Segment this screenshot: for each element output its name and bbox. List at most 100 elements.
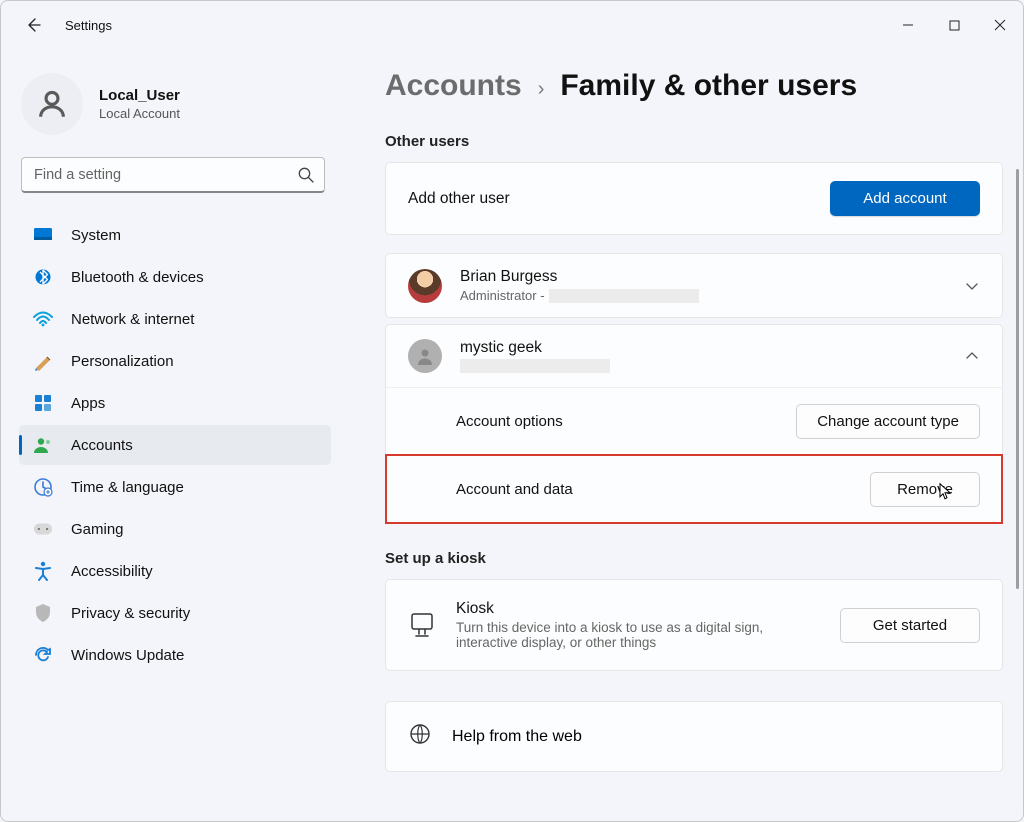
chevron-down-icon — [964, 278, 980, 294]
add-other-user-label: Add other user — [408, 190, 510, 208]
nav-label: Accessibility — [71, 563, 153, 580]
kiosk-text: Kiosk Turn this device into a kiosk to u… — [456, 600, 796, 650]
sidebar-item-system[interactable]: System — [19, 215, 331, 255]
minimize-button[interactable] — [885, 5, 931, 45]
other-users-heading: Other users — [385, 133, 1003, 150]
redacted-text — [549, 289, 699, 303]
account-options-label: Account options — [456, 413, 563, 430]
window-controls — [885, 5, 1023, 45]
add-other-user-row: Add other user Add account — [385, 162, 1003, 235]
sidebar-item-accessibility[interactable]: Accessibility — [19, 551, 331, 591]
user-name: mystic geek — [460, 339, 610, 357]
nav-label: Privacy & security — [71, 605, 190, 622]
person-icon — [415, 346, 435, 366]
chevron-right-icon: › — [538, 78, 545, 101]
accessibility-icon — [33, 561, 53, 581]
personalization-icon — [33, 351, 53, 371]
globe-icon — [408, 722, 432, 751]
avatar — [21, 73, 83, 135]
change-account-type-button[interactable]: Change account type — [796, 404, 980, 439]
nav-label: Apps — [71, 395, 105, 412]
get-started-button[interactable]: Get started — [840, 608, 980, 643]
minimize-icon — [902, 19, 914, 31]
maximize-icon — [949, 20, 960, 31]
nav-list: System Bluetooth & devices Network & int… — [19, 215, 331, 675]
back-arrow-icon — [25, 17, 41, 33]
user-role: Administrator - — [460, 288, 699, 303]
person-icon — [35, 87, 69, 121]
sidebar-item-accounts[interactable]: Accounts — [19, 425, 331, 465]
user-name: Local_User — [99, 87, 180, 104]
search-icon — [297, 166, 315, 184]
nav-label: Accounts — [71, 437, 133, 454]
apps-icon — [33, 393, 53, 413]
bluetooth-icon — [33, 267, 53, 287]
breadcrumb-current: Family & other users — [560, 69, 857, 103]
sidebar-item-network[interactable]: Network & internet — [19, 299, 331, 339]
nav-label: System — [71, 227, 121, 244]
nav-label: Windows Update — [71, 647, 184, 664]
search-input[interactable] — [21, 157, 325, 193]
nav-label: Gaming — [71, 521, 124, 538]
user-role — [460, 359, 610, 373]
scrollbar-thumb[interactable] — [1016, 169, 1019, 589]
user-subtitle: Local Account — [99, 106, 180, 121]
sidebar-item-update[interactable]: Windows Update — [19, 635, 331, 675]
maximize-button[interactable] — [931, 5, 977, 45]
scrollbar[interactable] — [1013, 169, 1021, 811]
title-bar: Settings — [1, 1, 1023, 49]
user-info: mystic geek — [460, 339, 610, 373]
current-user-block[interactable]: Local_User Local Account — [21, 73, 331, 135]
nav-label: Network & internet — [71, 311, 194, 328]
search-wrap — [21, 157, 325, 193]
redacted-text — [460, 359, 610, 373]
user-name: Brian Burgess — [460, 268, 699, 286]
user-row-brian[interactable]: Brian Burgess Administrator - — [386, 254, 1002, 317]
network-icon — [33, 309, 53, 329]
kiosk-row: Kiosk Turn this device into a kiosk to u… — [385, 579, 1003, 671]
user-avatar — [408, 269, 442, 303]
user-card-brian: Brian Burgess Administrator - — [385, 253, 1003, 318]
account-and-data-label: Account and data — [456, 481, 573, 498]
close-icon — [994, 19, 1006, 31]
account-options-row: Account options Change account type — [386, 387, 1002, 455]
kiosk-desc: Turn this device into a kiosk to use as … — [456, 620, 796, 650]
sidebar-item-personalization[interactable]: Personalization — [19, 341, 331, 381]
user-text: Local_User Local Account — [99, 87, 180, 121]
app-title: Settings — [65, 18, 112, 33]
sidebar-item-bluetooth[interactable]: Bluetooth & devices — [19, 257, 331, 297]
gaming-icon — [33, 519, 53, 539]
privacy-icon — [33, 603, 53, 623]
help-row[interactable]: Help from the web — [385, 701, 1003, 772]
remove-button[interactable]: Remove — [870, 472, 980, 507]
body: Local_User Local Account System Bluetoot… — [1, 49, 1023, 821]
time-icon — [33, 477, 53, 497]
kiosk-icon — [408, 611, 436, 639]
chevron-up-icon — [964, 348, 980, 364]
close-button[interactable] — [977, 5, 1023, 45]
back-button[interactable] — [15, 7, 51, 43]
system-icon — [33, 225, 53, 245]
breadcrumb-parent[interactable]: Accounts — [385, 69, 522, 103]
user-avatar — [408, 339, 442, 373]
sidebar: Local_User Local Account System Bluetoot… — [1, 49, 341, 821]
help-label: Help from the web — [452, 728, 582, 746]
settings-window: Settings Local_User Local Account — [0, 0, 1024, 822]
user-info: Brian Burgess Administrator - — [460, 268, 699, 303]
breadcrumb: Accounts › Family & other users — [385, 69, 1003, 103]
nav-label: Bluetooth & devices — [71, 269, 204, 286]
nav-label: Time & language — [71, 479, 184, 496]
user-card-mystic: mystic geek Account options Change accou… — [385, 324, 1003, 524]
kiosk-heading: Set up a kiosk — [385, 550, 1003, 567]
sidebar-item-time[interactable]: Time & language — [19, 467, 331, 507]
add-account-button[interactable]: Add account — [830, 181, 980, 216]
sidebar-item-gaming[interactable]: Gaming — [19, 509, 331, 549]
sidebar-item-apps[interactable]: Apps — [19, 383, 331, 423]
main-content: Accounts › Family & other users Other us… — [341, 49, 1023, 821]
nav-label: Personalization — [71, 353, 174, 370]
account-and-data-row: Account and data Remove — [386, 455, 1002, 523]
user-row-mystic[interactable]: mystic geek — [386, 325, 1002, 387]
accounts-icon — [33, 435, 53, 455]
sidebar-item-privacy[interactable]: Privacy & security — [19, 593, 331, 633]
update-icon — [33, 645, 53, 665]
